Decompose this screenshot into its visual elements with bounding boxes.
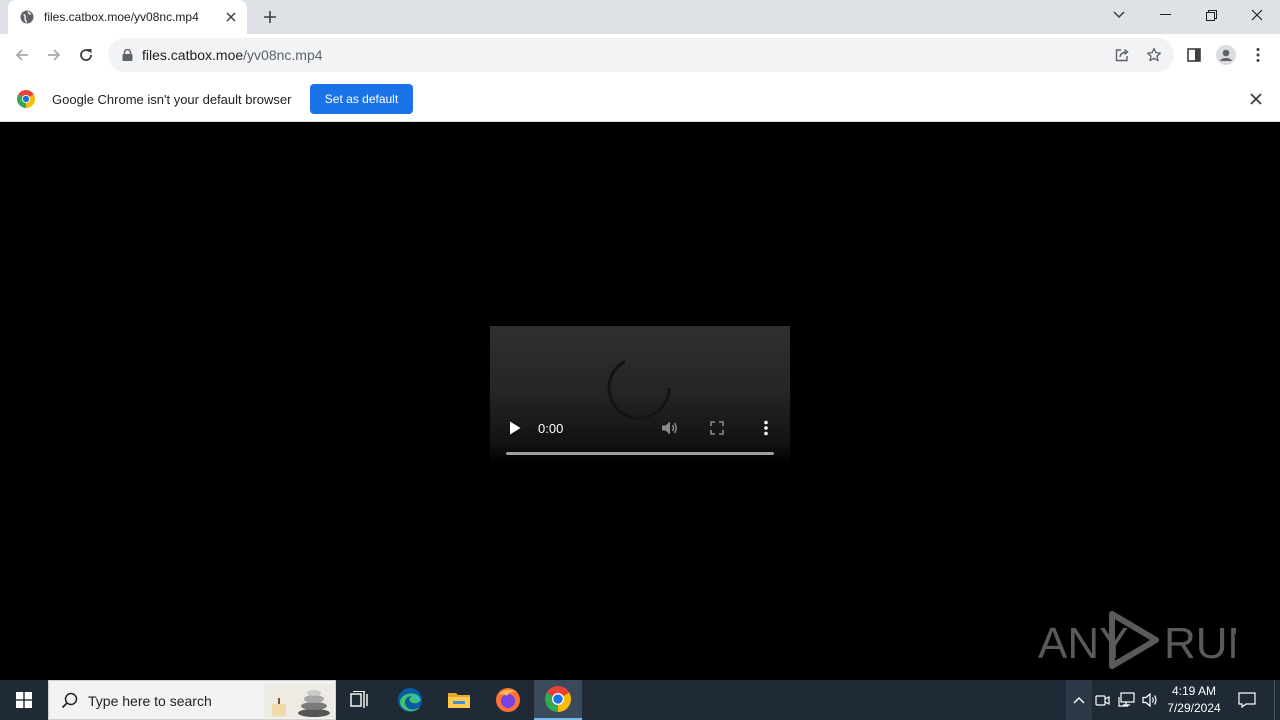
play-icon[interactable] [508,420,522,436]
reload-button[interactable] [76,45,96,65]
task-view-button[interactable] [336,680,384,720]
minimize-icon [1159,14,1171,15]
search-placeholder: Type here to search [88,693,212,709]
globe-icon [20,10,34,24]
tab-active[interactable]: files.catbox.moe/yv08nc.mp4 [8,0,247,34]
back-button[interactable] [12,45,32,65]
taskbar-search-box[interactable]: Type here to search [48,680,336,720]
clock-time: 4:19 AM [1171,684,1217,698]
system-clock[interactable]: 4:19 AM 7/29/2024 [1162,683,1226,717]
loading-spinner-icon [607,360,671,420]
kebab-menu-icon [1256,48,1260,62]
clock-date: 7/29/2024 [1167,701,1221,715]
infobar-message: Google Chrome isn't your default browser [52,92,292,107]
video-progress-bar[interactable] [506,452,774,455]
chrome-menu-button[interactable] [1248,45,1268,65]
browser-toolbar: files.catbox.moe/yv08nc.mp4 [0,34,1280,76]
url-text[interactable]: files.catbox.moe/yv08nc.mp4 [142,47,323,63]
folder-icon [448,693,470,708]
lock-icon[interactable] [122,49,133,61]
chevron-up-icon [1073,697,1085,704]
speaker-icon [1142,692,1157,708]
taskbar-firefox[interactable] [484,680,532,720]
bookmark-star-icon[interactable] [1146,47,1162,63]
tray-meet-now[interactable] [1093,690,1113,710]
chevron-down-icon [1113,11,1125,19]
show-hidden-icons-button[interactable] [1066,680,1092,720]
notification-icon [1238,692,1256,708]
search-highlight-illustration [264,684,334,718]
tab-title: files.catbox.moe/yv08nc.mp4 [44,10,199,24]
side-panel-icon [1187,48,1201,62]
reload-icon [80,49,92,61]
close-icon [1251,9,1263,21]
restore-icon [1205,9,1217,21]
tab-search-button[interactable] [1096,0,1142,30]
restore-button[interactable] [1188,0,1234,30]
arrow-right-icon [48,49,61,61]
tab-strip: files.catbox.moe/yv08nc.mp4 [0,0,1280,34]
action-center-button[interactable] [1237,690,1257,710]
more-options-icon[interactable] [760,420,772,436]
anyrun-watermark: ANY RUN [1038,611,1236,669]
video-current-time: 0:00 [538,421,564,436]
close-icon[interactable] [1249,92,1263,106]
video-page: 0:00 ANY RUN [0,122,1280,680]
firefox-icon [496,688,520,712]
meet-now-icon [1095,695,1110,706]
url-path: /yv08nc.mp4 [243,47,323,63]
volume-icon[interactable] [661,420,679,436]
taskbar-edge[interactable] [386,680,434,720]
avatar-icon [1216,45,1236,65]
set-as-default-button[interactable]: Set as default [310,84,413,114]
share-icon[interactable] [1114,47,1130,63]
tray-network[interactable] [1117,690,1137,710]
new-tab-icon[interactable] [262,9,278,25]
show-desktop-button[interactable] [1274,680,1280,720]
search-icon [61,692,78,709]
fullscreen-icon[interactable] [710,421,724,435]
windows-logo-icon [16,692,32,708]
chrome-logo-icon [17,90,35,108]
side-panel-button[interactable] [1184,45,1204,65]
url-host: files.catbox.moe [142,47,244,63]
network-icon [1118,692,1135,707]
task-view-icon [350,691,368,708]
start-button[interactable] [0,680,48,720]
tab-close-icon[interactable] [223,9,239,25]
taskbar-chrome[interactable] [534,680,582,720]
default-browser-infobar: Google Chrome isn't your default browser… [0,76,1280,122]
edge-icon [398,688,422,712]
profile-button[interactable] [1216,45,1236,65]
chrome-icon [545,686,571,712]
forward-button[interactable] [44,45,64,65]
windows-taskbar: Type here to search 4:19 AM 7/29/2024 [0,680,1280,720]
taskbar-file-explorer[interactable] [435,680,483,720]
minimize-button[interactable] [1142,0,1188,30]
address-bar[interactable]: files.catbox.moe/yv08nc.mp4 [108,38,1174,72]
tray-volume[interactable] [1141,690,1161,710]
watermark-right-text: RUN [1164,619,1236,668]
video-player[interactable]: 0:00 [490,326,790,464]
close-window-button[interactable] [1234,0,1280,30]
arrow-left-icon [15,49,28,61]
